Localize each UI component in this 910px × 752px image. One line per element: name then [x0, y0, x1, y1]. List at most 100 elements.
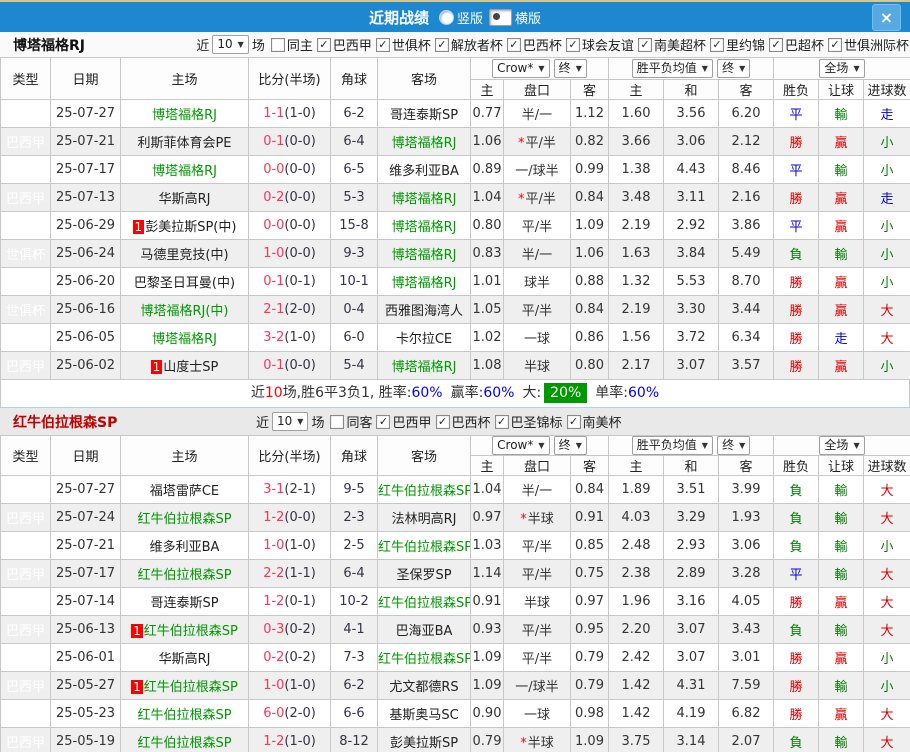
- col-goals: 进球数: [864, 80, 910, 100]
- asia-handicap-cell: 平/半: [504, 644, 571, 672]
- league-filter[interactable]: ✓里约锦: [707, 35, 765, 54]
- result-handicap-cell: 贏: [819, 212, 864, 240]
- checkbox-checked-icon[interactable]: ✓: [638, 38, 652, 52]
- league-filter[interactable]: ✓巴西杯: [433, 412, 491, 431]
- euro-final-select[interactable]: 终▼: [717, 59, 750, 78]
- league-type-cell: 巴西甲: [1, 476, 51, 504]
- col-asia-handicap: 盘口: [504, 80, 571, 100]
- odds-company-select[interactable]: Crow*▼: [492, 59, 549, 78]
- close-button[interactable]: ×: [872, 4, 901, 31]
- league-filter[interactable]: ✓巴西杯: [504, 35, 562, 54]
- checkbox-checked-icon[interactable]: ✓: [376, 415, 390, 429]
- league-filter[interactable]: ✓球会友谊: [563, 35, 634, 54]
- home-team-cell: 马德里竞技(中): [121, 240, 249, 268]
- checkbox-checked-icon[interactable]: ✓: [495, 415, 509, 429]
- checkbox-unchecked-icon[interactable]: [271, 38, 285, 52]
- euro-home-odds-cell: 1.38: [609, 156, 664, 184]
- checkbox-checked-icon[interactable]: ✓: [376, 38, 390, 52]
- league-filter[interactable]: ✓巴超杯: [766, 35, 824, 54]
- asia-handicap-cell: 一球: [504, 324, 571, 352]
- euro-draw-odds-cell: 4.43: [664, 156, 719, 184]
- result-handicap-cell: 贏: [819, 700, 864, 728]
- euro-odds-select[interactable]: 胜平负均值▼: [632, 59, 713, 78]
- checkbox-checked-icon[interactable]: ✓: [567, 415, 581, 429]
- date-cell: 25-07-17: [51, 156, 121, 184]
- checkbox-checked-icon[interactable]: ✓: [435, 38, 449, 52]
- result-handicap-cell: 輸: [819, 616, 864, 644]
- result-handicap-cell: 贏: [819, 352, 864, 380]
- checkbox-checked-icon[interactable]: ✓: [436, 415, 450, 429]
- date-cell: 25-07-24: [51, 504, 121, 532]
- away-team-cell: 基斯奥马SC: [378, 700, 471, 728]
- score-cell: 0-2(0-0): [249, 184, 331, 212]
- corner-cell: 8-12: [331, 728, 378, 752]
- result-winlose-cell: 勝: [774, 644, 819, 672]
- match-row: 巴西甲25-07-17红牛伯拉根森SP2-2(1-1)6-4圣保罗SP1.14平…: [1, 560, 910, 588]
- checkbox-checked-icon[interactable]: ✓: [507, 38, 521, 52]
- asia-final-select[interactable]: 终▼: [554, 59, 587, 78]
- checkbox-unchecked-icon[interactable]: [330, 415, 344, 429]
- corner-cell: 6-4: [331, 128, 378, 156]
- col-away: 客场: [378, 436, 471, 476]
- away-team-cell: 哥连泰斯SP: [378, 100, 471, 128]
- match-row: 巴西甲25-06-05博塔福格RJ3-2(1-0)6-0卡尔拉CE1.02一球0…: [1, 324, 910, 352]
- close-icon: ×: [880, 8, 893, 27]
- away-team-cell: 卡尔拉CE: [378, 324, 471, 352]
- match-count-select[interactable]: 10▼: [212, 35, 248, 54]
- league-filter[interactable]: ✓南美超杯: [635, 35, 706, 54]
- scope-select[interactable]: 全场▼: [819, 436, 864, 455]
- league-filter[interactable]: ✓巴圣锦标: [492, 412, 563, 431]
- asia-away-odds-cell: 0.80: [571, 352, 609, 380]
- euro-draw-odds-cell: 3.14: [664, 728, 719, 752]
- league-filter[interactable]: ✓解放者杯: [432, 35, 503, 54]
- col-away: 客场: [378, 58, 471, 100]
- chevron-down-icon: ▼: [702, 438, 708, 453]
- score-cell: 2-1(2-0): [249, 296, 331, 324]
- euro-home-odds-cell: 1.32: [609, 268, 664, 296]
- checkbox-checked-icon[interactable]: ✓: [769, 38, 783, 52]
- match-row: 巴西甲25-07-13华斯高RJ0-2(0-0)5-3博塔福格RJ1.04*平/…: [1, 184, 910, 212]
- euro-odds-select[interactable]: 胜平负均值▼: [632, 436, 713, 455]
- away-team-cell: 维多利亚BA: [378, 156, 471, 184]
- corner-cell: 6-6: [331, 700, 378, 728]
- result-goals-cell: 大: [864, 504, 910, 532]
- layout-vertical-radio[interactable]: [439, 10, 454, 25]
- checkbox-checked-icon[interactable]: ✓: [828, 38, 842, 52]
- league-filter[interactable]: ✓巴西甲: [314, 35, 372, 54]
- league-filter[interactable]: ✓世俱洲际杯: [825, 35, 909, 54]
- league-filter[interactable]: ✓巴西甲: [373, 412, 431, 431]
- result-goals-cell: 小: [864, 156, 910, 184]
- away-team-cell: 博塔福格RJ: [378, 268, 471, 296]
- same-venue-filter[interactable]: 同主: [268, 35, 313, 54]
- home-team-cell: 博塔福格RJ: [121, 100, 249, 128]
- away-team-cell: 巴海亚BA: [378, 616, 471, 644]
- same-venue-filter[interactable]: 同客: [327, 412, 372, 431]
- col-date: 日期: [51, 58, 121, 100]
- match-count-select[interactable]: 10▼: [272, 412, 308, 431]
- asia-handicap-cell: 半球: [504, 352, 571, 380]
- away-team-cell: 彭美拉斯SP: [378, 728, 471, 752]
- changed-odds-star: *: [520, 736, 527, 751]
- odds-company-select[interactable]: Crow*▼: [492, 436, 549, 455]
- away-team-cell: 圣保罗SP: [378, 560, 471, 588]
- away-team-cell: 博塔福格RJ: [378, 240, 471, 268]
- euro-draw-odds-cell: 2.89: [664, 560, 719, 588]
- asia-final-select[interactable]: 终▼: [554, 436, 587, 455]
- scope-select[interactable]: 全场▼: [819, 59, 864, 78]
- checkbox-checked-icon[interactable]: ✓: [566, 38, 580, 52]
- checkbox-checked-icon[interactable]: ✓: [317, 38, 331, 52]
- asia-home-odds-cell: 1.14: [471, 560, 504, 588]
- layout-horizontal-radio[interactable]: [489, 9, 512, 26]
- layout-vertical-label[interactable]: 竖版: [457, 8, 483, 27]
- away-team-cell: 红牛伯拉根森SP: [378, 532, 471, 560]
- asia-away-odds-cell: 0.86: [571, 324, 609, 352]
- league-filter[interactable]: ✓南美杯: [564, 412, 622, 431]
- match-row: 世俱杯25-06-24马德里竞技(中)1-0(0-0)9-3博塔福格RJ0.83…: [1, 240, 910, 268]
- euro-final-select[interactable]: 终▼: [717, 436, 750, 455]
- league-filter-label: 巴西甲: [333, 35, 372, 54]
- home-team-cell: 1红牛伯拉根森SP: [121, 672, 249, 700]
- result-handicap-cell: 輸: [819, 672, 864, 700]
- league-filter[interactable]: ✓世俱杯: [373, 35, 431, 54]
- checkbox-checked-icon[interactable]: ✓: [710, 38, 724, 52]
- layout-horizontal-label[interactable]: 横版: [515, 8, 541, 27]
